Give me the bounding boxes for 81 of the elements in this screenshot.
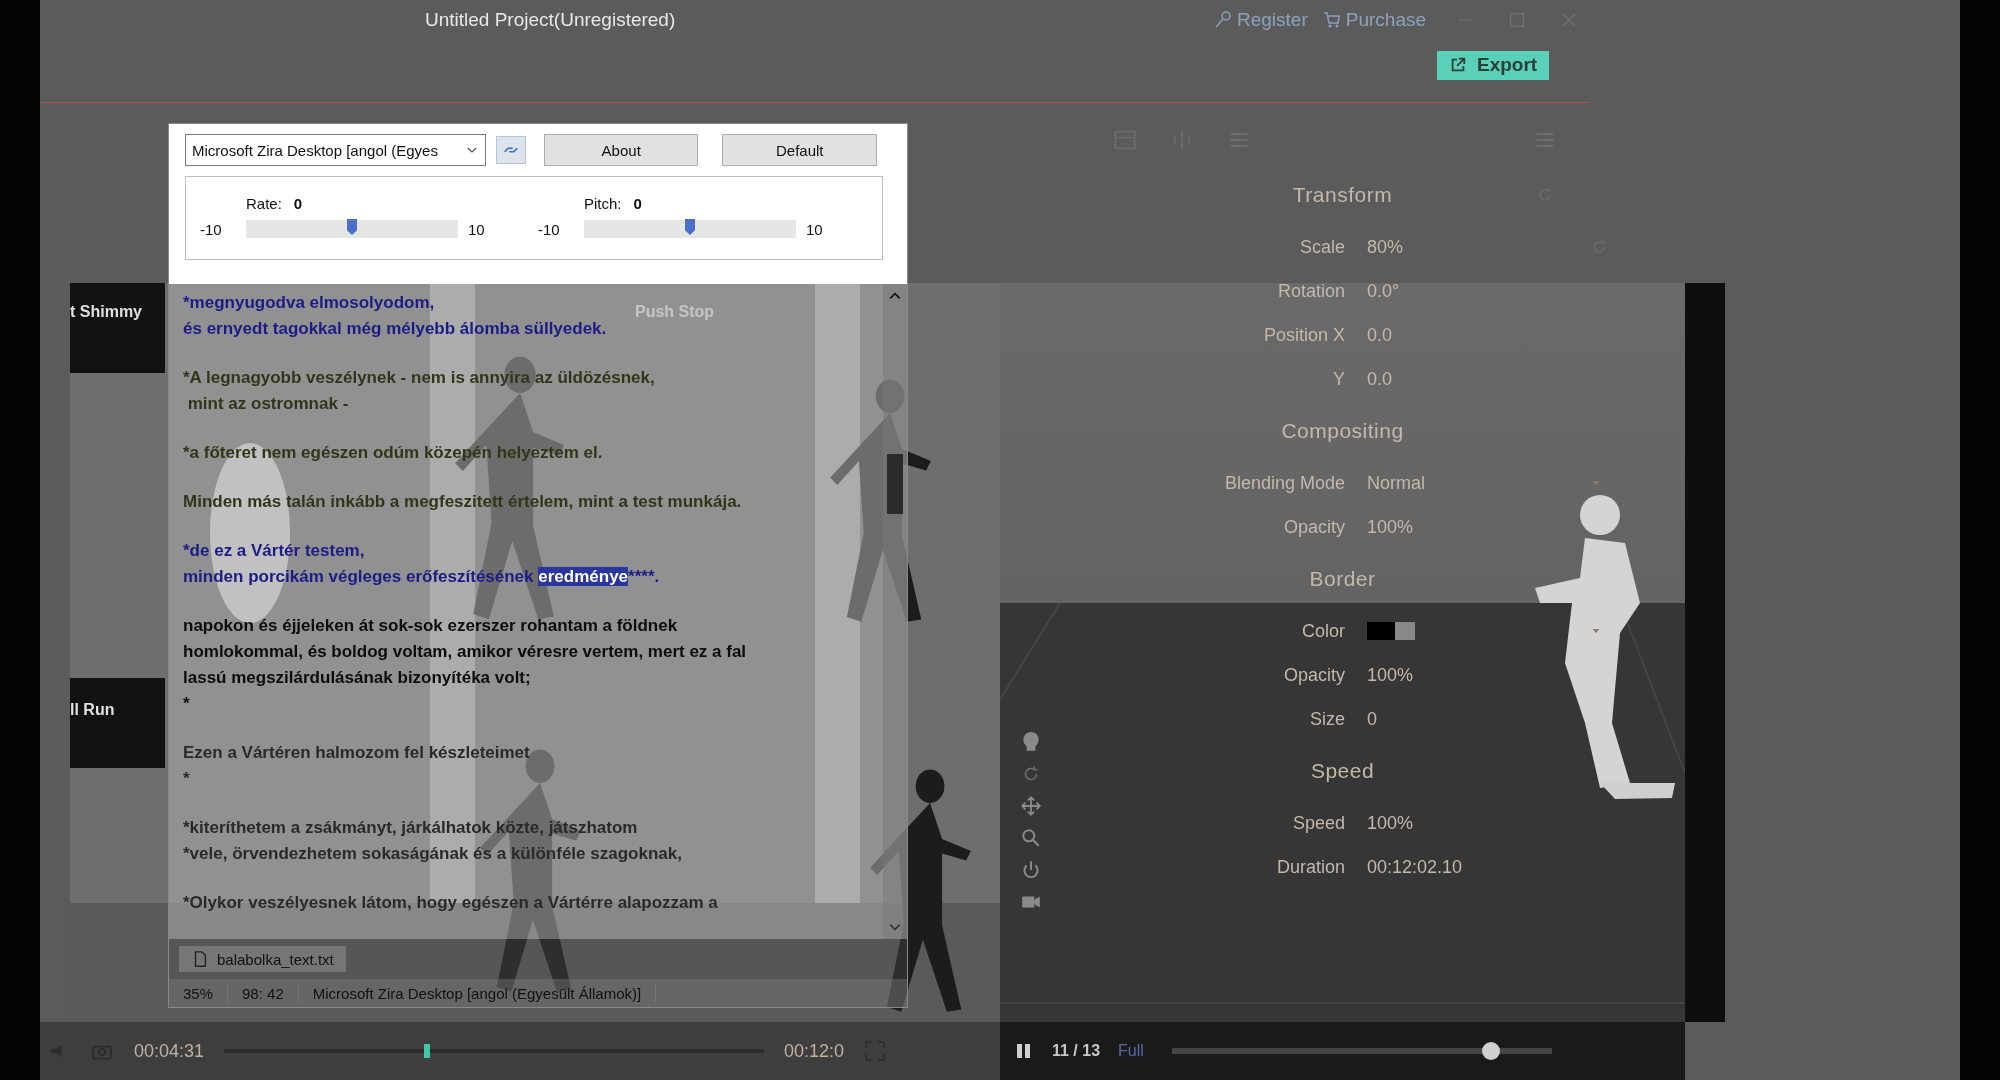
color-swatch[interactable]: [1367, 622, 1395, 640]
property-label: Blending Mode: [1223, 472, 1345, 494]
slider-max: 10: [806, 220, 824, 238]
text-line: Ezen a Vártéren halmozom fel készleteimet: [183, 742, 530, 764]
text-line: lassú megszilárdulásának bizonyítéka volt;: [183, 667, 531, 689]
property-label: Size: [1309, 708, 1345, 730]
color-picker-button[interactable]: [1395, 622, 1415, 640]
property-value: 0: [1367, 708, 1378, 730]
frame-counter: 11 / 13: [1052, 1042, 1101, 1060]
property-label: Position X: [1262, 324, 1345, 346]
total-time: 00:12:0: [784, 1040, 845, 1062]
current-time: 00:04:31: [134, 1040, 205, 1062]
text-line: *megnyugodva elmosolyodom,: [183, 292, 435, 314]
property-label: Opacity: [1282, 516, 1345, 538]
status-text: 98: 42: [228, 984, 299, 1002]
move-icon[interactable]: [1020, 795, 1042, 817]
power-icon[interactable]: [1020, 859, 1042, 881]
slider-track[interactable]: [584, 220, 796, 238]
property-label: Y: [1332, 368, 1345, 390]
slider-thumb[interactable]: [347, 219, 357, 235]
slider-thumb[interactable]: [1482, 1042, 1500, 1060]
text-line: mint az ostromnak -: [186, 393, 349, 415]
slider-min: -10: [200, 220, 223, 238]
scrollbar[interactable]: [883, 284, 907, 939]
text-line: Minden más talán inkább a megfeszitett értelem, mint a test munkája.: [183, 491, 742, 513]
property-label: Speed: [1291, 812, 1345, 834]
text-line: napokon és éjjeleken át sok-sok ezerszer rohantam a földnek: [183, 615, 678, 637]
section-heading: Border: [1309, 567, 1376, 591]
export-button[interactable]: Export: [1437, 50, 1550, 80]
text-line: *a főteret nem egészen odúm közepén helyeztem el.: [183, 442, 603, 464]
text-line: *kiteríthetem a zsákmányt, járkálhatok közte, játszhatom: [183, 817, 638, 839]
property-value: 0.0: [1367, 368, 1394, 390]
zoom-icon[interactable]: [1020, 827, 1042, 849]
voice-select[interactable]: Microsoft Zira Desktop [angol (Egyes: [185, 134, 487, 166]
slider-thumb[interactable]: [685, 219, 695, 235]
dialog-button[interactable]: About: [543, 134, 699, 166]
slider-label: Pitch:: [584, 194, 622, 212]
export-icon[interactable]: [1449, 55, 1467, 74]
section-heading: Speed: [1310, 759, 1375, 783]
property-value: 100%: [1367, 812, 1415, 834]
progress-marker[interactable]: [423, 1044, 430, 1058]
section-heading: Transform: [1292, 183, 1393, 207]
property-value: Normal: [1367, 472, 1426, 494]
property-label: Duration: [1275, 856, 1345, 878]
text-line: minden porcikám végleges erőfeszítésének eredménye****.: [183, 566, 660, 588]
slider-max: 10: [468, 220, 486, 238]
property-value: 100%: [1367, 516, 1415, 538]
slider-value: 0: [633, 194, 642, 212]
text-line: *de ez a Vártér testem,: [183, 540, 365, 562]
property-label: Rotation: [1276, 280, 1345, 302]
file-tab[interactable]: balabolka_text.txt: [179, 946, 346, 972]
swap-button[interactable]: [496, 136, 526, 164]
slider-value: 0: [293, 194, 303, 212]
text-line: *A legnagyobb veszélynek - nem is annyira az üldözésnek,: [183, 367, 655, 389]
dialog-button[interactable]: Default: [722, 134, 877, 166]
view-mode[interactable]: Full: [1118, 1042, 1144, 1060]
status-text: 35%: [169, 984, 229, 1002]
text-line: homlokommal, és boldog voltam, amikor véresre vertem, mert ez a fal: [183, 641, 747, 663]
property-value: 80%: [1367, 236, 1405, 258]
scroll-thumb[interactable]: [887, 454, 903, 514]
text-line: *: [183, 693, 190, 715]
section-heading: Compositing: [1281, 419, 1404, 443]
status-text: Microsoft Zira Desktop [angol (Egyesült Államok)]: [298, 984, 657, 1002]
window-title: Untitled Project(Unregistered): [425, 9, 677, 31]
slider-label: Rate:: [246, 194, 282, 212]
property-value: 100%: [1367, 664, 1415, 686]
property-value: 00:12:02.10: [1367, 856, 1464, 878]
text-line: *Olykor veszélyesnek látom, hogy egészen a Vártérre alapozzam a: [183, 892, 718, 914]
text-line: és ernyedt tagokkal még mélyebb álomba süllyedek.: [183, 318, 607, 340]
property-value: 0.0: [1367, 324, 1394, 346]
clip-label: ll Run: [70, 701, 115, 719]
text-line: *: [183, 768, 190, 790]
text-line: *vele, örvendezhetem sokaságának és a különféle szagoknak,: [183, 843, 682, 865]
property-label: Opacity: [1282, 664, 1345, 686]
property-label: Scale: [1298, 236, 1345, 258]
cart-icon[interactable]: [1321, 10, 1342, 30]
clip-label: t Shimmy: [70, 303, 142, 321]
property-value: 0.0°: [1367, 280, 1401, 302]
property-label: Color: [1301, 620, 1345, 642]
slider-min: -10: [538, 220, 561, 238]
slider-track[interactable]: [246, 220, 458, 238]
